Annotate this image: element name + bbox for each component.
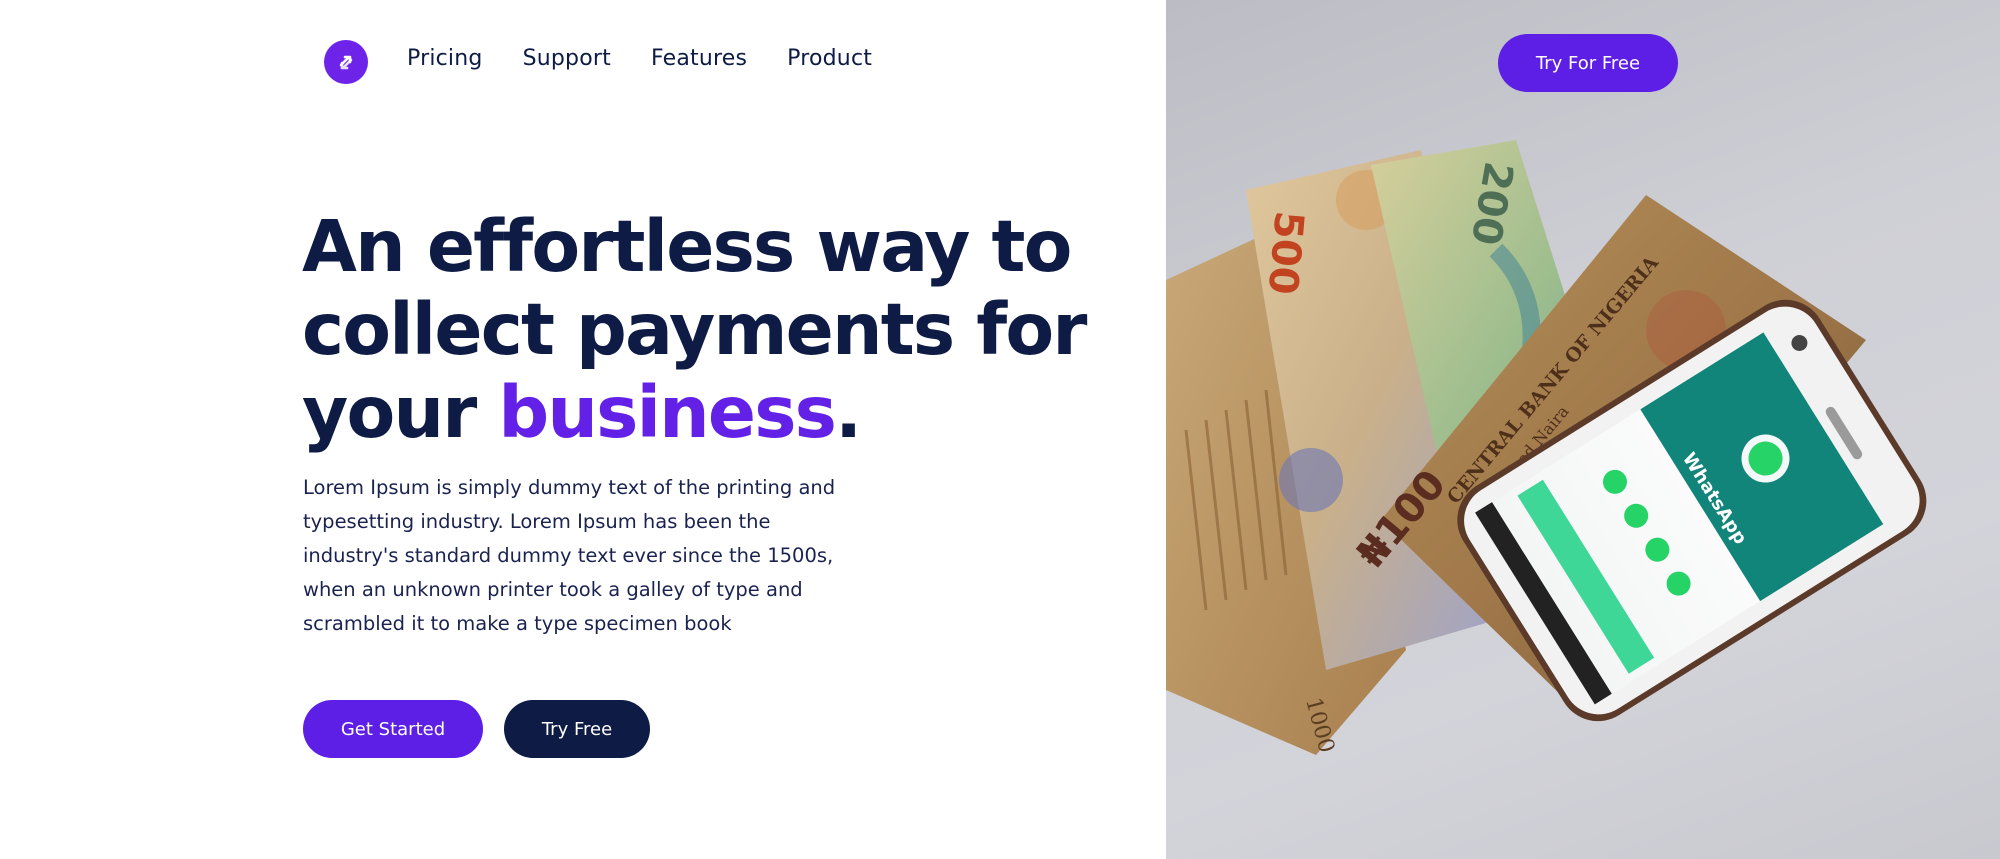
money-and-phone-photo: 1000 500 200 CENTRAL BANK OF NIGERIA One… [1166, 140, 1927, 756]
hero-left-panel: Pricing Support Features Product An effo… [0, 0, 1166, 859]
try-for-free-button[interactable]: Try For Free [1498, 34, 1678, 92]
hero-description: Lorem Ipsum is simply dummy text of the … [303, 476, 836, 635]
nav-item-product[interactable]: Product [787, 46, 872, 71]
main-nav: Pricing Support Features Product [407, 46, 872, 71]
headline-suffix: . [835, 371, 862, 454]
headline-line-1: An effortless way to [302, 205, 1072, 288]
nav-item-pricing[interactable]: Pricing [407, 46, 483, 71]
svg-text:500: 500 [1259, 209, 1312, 296]
brand-logo-icon[interactable] [324, 40, 368, 84]
hero-headline: An effortless way to collect payments fo… [302, 205, 1122, 454]
get-started-button[interactable]: Get Started [303, 700, 483, 758]
nav-item-features[interactable]: Features [651, 46, 747, 71]
try-free-button[interactable]: Try Free [504, 700, 650, 758]
headline-line-2: collect payments for [302, 288, 1087, 371]
hero-photo-panel: 1000 500 200 CENTRAL BANK OF NIGERIA One… [1166, 0, 2000, 859]
headline-highlight: business [498, 371, 837, 454]
nav-item-support[interactable]: Support [523, 46, 611, 71]
arrows-exchange-icon [339, 55, 353, 70]
headline-line-3-prefix: your [302, 371, 499, 454]
